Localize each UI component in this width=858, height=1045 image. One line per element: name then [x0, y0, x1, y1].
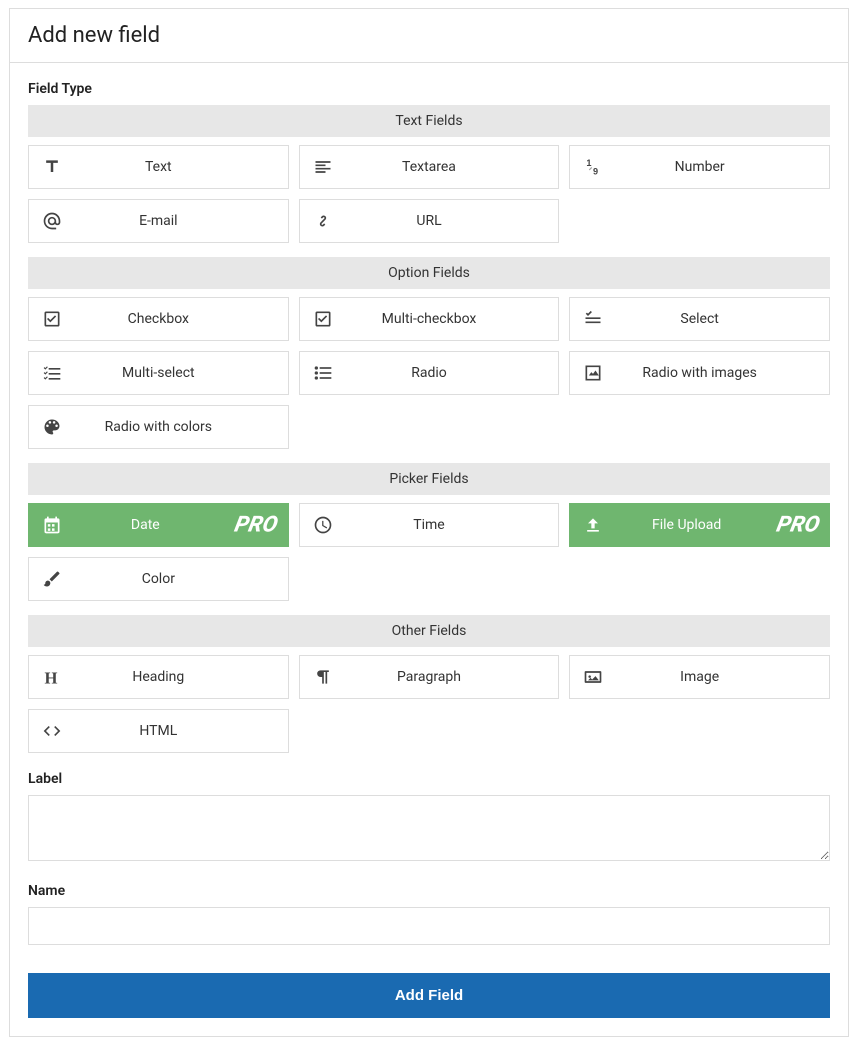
field-option-label: Select [616, 311, 829, 327]
field-type-label: Field Type [28, 81, 830, 97]
one-nine-icon [570, 157, 616, 177]
group-header-other: Other Fields [28, 615, 830, 647]
field-option-multi-checkbox[interactable]: Multi-checkbox [299, 297, 560, 341]
field-option-label: Radio [346, 365, 559, 381]
field-option-label: Text [75, 159, 288, 175]
heading-icon [29, 667, 75, 687]
field-option-textarea[interactable]: Textarea [299, 145, 560, 189]
field-option-label: URL [346, 213, 559, 229]
name-field-label: Name [28, 883, 830, 899]
field-option-checkbox[interactable]: Checkbox [28, 297, 289, 341]
field-option-number[interactable]: Number [569, 145, 830, 189]
field-option-paragraph[interactable]: Paragraph [299, 655, 560, 699]
field-option-time[interactable]: Time [299, 503, 560, 547]
field-option-radio-with-colors[interactable]: Radio with colors [28, 405, 289, 449]
field-option-label: Radio with colors [75, 419, 288, 435]
group-header-option: Option Fields [28, 257, 830, 289]
add-field-button[interactable]: Add Field [28, 973, 830, 1018]
field-option-e-mail[interactable]: E-mail [28, 199, 289, 243]
field-option-label: Color [75, 571, 288, 587]
list-check-icon [29, 363, 75, 383]
label-textarea[interactable] [28, 795, 830, 861]
group-grid-option: Checkbox Multi-checkbox Select Multi-select… [28, 297, 830, 449]
field-option-label: HTML [75, 723, 288, 739]
field-option-label: Image [616, 669, 829, 685]
select-list-icon [570, 309, 616, 329]
clock-icon [300, 515, 346, 535]
field-option-label: Time [346, 517, 559, 533]
panel-header: Add new field [10, 9, 848, 63]
field-option-label: Multi-checkbox [346, 311, 559, 327]
align-left-icon [300, 157, 346, 177]
group-grid-picker: DatePRO Time File UploadPRO Color [28, 503, 830, 601]
calendar-icon [29, 515, 75, 535]
group-header-picker: Picker Fields [28, 463, 830, 495]
field-option-file-upload[interactable]: File UploadPRO [569, 503, 830, 547]
field-option-radio[interactable]: Radio [299, 351, 560, 395]
name-input[interactable] [28, 907, 830, 945]
field-option-color[interactable]: Color [28, 557, 289, 601]
field-option-text[interactable]: Text [28, 145, 289, 189]
image-square-icon [570, 363, 616, 383]
field-option-label: Textarea [346, 159, 559, 175]
field-option-heading[interactable]: Heading [28, 655, 289, 699]
image-icon [570, 667, 616, 687]
field-option-label: Multi-select [75, 365, 288, 381]
field-option-url[interactable]: URL [299, 199, 560, 243]
field-option-image[interactable]: Image [569, 655, 830, 699]
field-option-html[interactable]: HTML [28, 709, 289, 753]
paragraph-icon [300, 667, 346, 687]
group-header-text: Text Fields [28, 105, 830, 137]
field-option-multi-select[interactable]: Multi-select [28, 351, 289, 395]
field-option-select[interactable]: Select [569, 297, 830, 341]
field-option-label: Checkbox [75, 311, 288, 327]
link-icon [300, 211, 346, 231]
at-icon [29, 211, 75, 231]
panel-title: Add new field [28, 23, 830, 48]
label-field-label: Label [28, 771, 830, 787]
pro-badge: PRO [233, 513, 281, 538]
field-option-label: Number [616, 159, 829, 175]
pro-badge: PRO [774, 513, 822, 538]
field-option-label: Heading [75, 669, 288, 685]
field-option-label: Paragraph [346, 669, 559, 685]
brush-icon [29, 569, 75, 589]
font-icon [29, 157, 75, 177]
checkbox-icon [300, 309, 346, 329]
palette-icon [29, 417, 75, 437]
field-option-date[interactable]: DatePRO [28, 503, 289, 547]
field-option-label: E-mail [75, 213, 288, 229]
code-icon [29, 721, 75, 741]
upload-icon [570, 515, 616, 535]
field-option-label: Radio with images [616, 365, 829, 381]
list-bullet-icon [300, 363, 346, 383]
field-option-radio-with-images[interactable]: Radio with images [569, 351, 830, 395]
add-field-panel: Add new field Field Type Text Fields Text… [9, 8, 849, 1037]
group-grid-other: Heading Paragraph Image HTML [28, 655, 830, 753]
checkbox-icon [29, 309, 75, 329]
group-grid-text: Text Textarea Number E-mail URL [28, 145, 830, 243]
